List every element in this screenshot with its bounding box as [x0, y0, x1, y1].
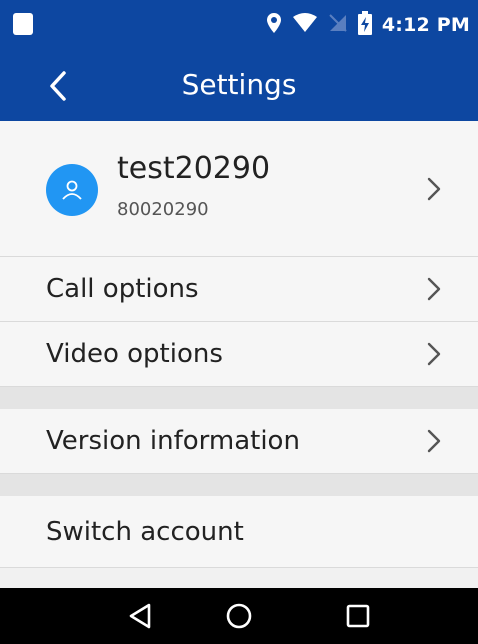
nav-back-icon	[129, 603, 151, 629]
chevron-right-icon	[424, 340, 444, 368]
nav-home-icon	[226, 603, 252, 629]
section-divider	[0, 474, 478, 496]
system-nav-bar	[0, 588, 478, 644]
switch-account-label: Switch account	[46, 516, 244, 547]
profile-row[interactable]: test20290 80020290	[0, 121, 478, 257]
switch-account-item[interactable]: Switch account	[0, 496, 478, 568]
user-avatar-icon	[46, 164, 98, 216]
notification-square-icon	[13, 13, 33, 35]
chevron-right-icon	[424, 275, 444, 303]
nav-back-button[interactable]	[120, 598, 160, 634]
wifi-icon	[292, 13, 318, 37]
location-pin-icon	[266, 12, 282, 38]
nav-recents-icon	[346, 604, 370, 628]
no-sim-icon	[328, 13, 348, 37]
settings-screen: 4:12 PM Settings test20290 80020290 Call…	[0, 0, 478, 644]
section-divider	[0, 387, 478, 409]
profile-name: test20290	[117, 151, 271, 186]
status-bar: 4:12 PM	[0, 0, 478, 50]
version-information-label: Version information	[46, 426, 300, 456]
version-information-item[interactable]: Version information	[0, 409, 478, 474]
status-icons: 4:12 PM	[266, 10, 470, 40]
status-time: 4:12 PM	[381, 14, 470, 36]
call-options-label: Call options	[46, 274, 199, 304]
app-toolbar: Settings	[0, 50, 478, 121]
chevron-right-icon	[424, 427, 444, 455]
page-title: Settings	[181, 68, 297, 101]
call-options-item[interactable]: Call options	[0, 257, 478, 322]
profile-number: 80020290	[117, 199, 209, 220]
nav-home-button[interactable]	[219, 598, 259, 634]
video-options-label: Video options	[46, 339, 223, 369]
battery-charging-icon	[357, 11, 372, 39]
video-options-item[interactable]: Video options	[0, 322, 478, 387]
nav-recents-button[interactable]	[338, 598, 378, 634]
settings-list: test20290 80020290 Call options Video op…	[0, 121, 478, 568]
chevron-right-icon	[424, 175, 444, 203]
